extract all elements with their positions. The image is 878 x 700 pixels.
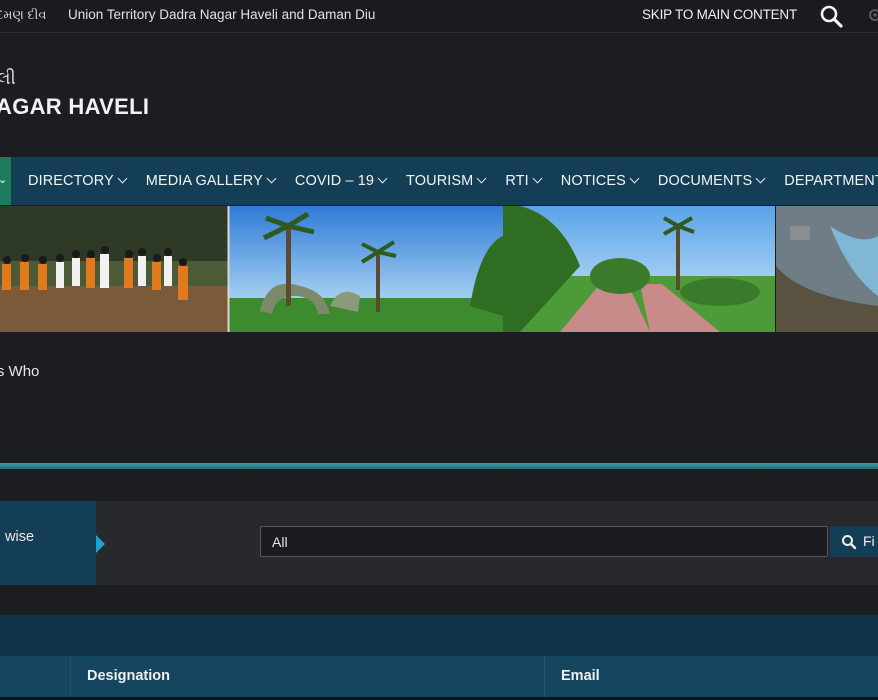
site-title-gujarati: લી: [0, 68, 16, 88]
section-divider: [0, 463, 878, 469]
nav-item-rti[interactable]: RTI: [505, 157, 543, 205]
site-title[interactable]: AGAR HAVELI: [0, 94, 149, 120]
caret-right-icon: [96, 535, 105, 553]
filter-label-box: wise: [0, 501, 96, 585]
search-icon: [842, 535, 857, 550]
filter-bar: wise All Fi: [0, 501, 878, 585]
nav-item-label: MEDIA GALLERY: [145, 173, 263, 189]
chevron-down-icon: [117, 173, 128, 184]
nav-item-label: DEPARTMENT: [784, 173, 878, 189]
banner-images: [0, 206, 878, 332]
nav-item-department[interactable]: DEPARTMENT: [784, 157, 878, 205]
filter-label: wise: [5, 529, 35, 545]
language-link[interactable]: દમણ દીવ: [0, 7, 46, 23]
column-header-designation: Designation: [87, 668, 170, 684]
chevron-down-icon: [629, 173, 640, 184]
table-header-row: Designation Email: [0, 656, 878, 700]
nav-item-notices[interactable]: NOTICES: [560, 157, 640, 205]
nav-item-label: TOURISM: [406, 173, 474, 189]
column-divider: [544, 656, 545, 700]
chevron-down-icon: [476, 173, 487, 184]
nav-item-active[interactable]: ⌄: [0, 157, 11, 205]
top-utility-bar: દમણ દીવ Union Territory Dadra Nagar Have…: [0, 0, 878, 33]
nav-item-documents[interactable]: DOCUMENTS: [657, 157, 766, 205]
skip-to-main-content-link[interactable]: SKIP TO MAIN CONTENT: [642, 7, 797, 22]
table-title-bar: [0, 615, 878, 657]
nav-item-tourism[interactable]: TOURISM: [406, 157, 487, 205]
chevron-down-icon: [377, 173, 388, 184]
column-header-email: Email: [561, 668, 600, 684]
find-button-label: Fi: [863, 533, 875, 549]
filter-select[interactable]: All: [260, 526, 828, 557]
territory-name: Union Territory Dadra Nagar Haveli and D…: [68, 7, 376, 22]
banner-image-dancers: [0, 206, 228, 332]
nav-item-media-gallery[interactable]: MEDIA GALLERY: [145, 157, 277, 205]
nav-list: DIRECTORY MEDIA GALLERY COVID – 19 TOURISM R…: [28, 157, 878, 205]
nav-item-covid-19[interactable]: COVID – 19: [294, 157, 388, 205]
chevron-down-icon: [266, 173, 277, 184]
gear-icon[interactable]: [866, 6, 878, 24]
page-title: 's Who: [0, 363, 40, 380]
chevron-down-icon: ⌄: [0, 174, 8, 186]
find-button[interactable]: Fi: [830, 526, 878, 557]
banner-image-garden: [503, 206, 775, 332]
nav-item-directory[interactable]: DIRECTORY: [28, 157, 128, 205]
banner-image-coast: [776, 206, 878, 332]
chevron-down-icon: [532, 173, 543, 184]
chevron-down-icon: [755, 173, 766, 184]
nav-item-label: DIRECTORY: [28, 173, 114, 189]
column-divider: [70, 656, 71, 700]
nav-item-label: RTI: [505, 173, 529, 189]
filter-select-value: All: [272, 534, 288, 550]
search-icon[interactable]: [818, 3, 846, 29]
main-navigation: ⌄ DIRECTORY MEDIA GALLERY COVID – 19 TOURIS…: [0, 157, 878, 205]
nav-item-label: COVID – 19: [294, 173, 375, 189]
nav-item-label: DOCUMENTS: [657, 173, 753, 189]
nav-item-label: NOTICES: [560, 173, 626, 189]
banner-image-park: [229, 206, 503, 332]
